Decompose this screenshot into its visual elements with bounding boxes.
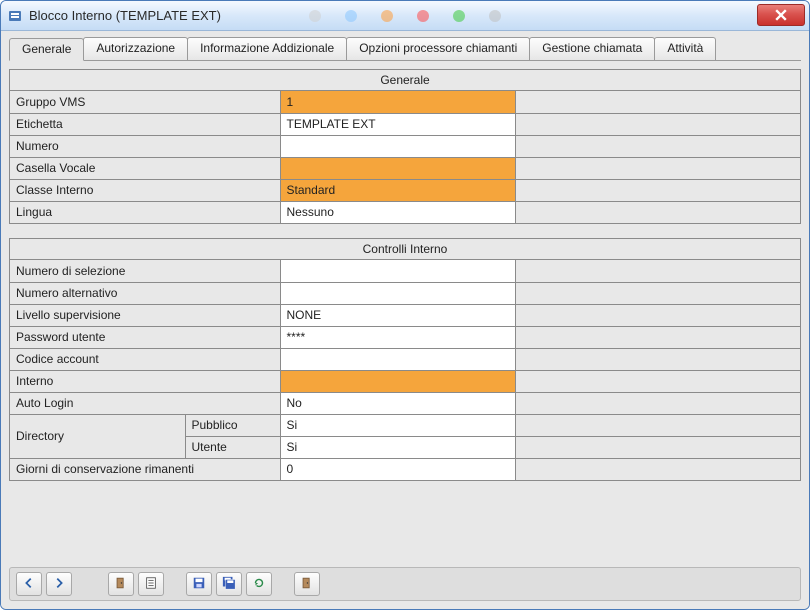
refresh-button[interactable] bbox=[246, 572, 272, 596]
spacer bbox=[515, 326, 800, 348]
close-button[interactable] bbox=[757, 4, 805, 26]
titlebar: Blocco Interno (TEMPLATE EXT) bbox=[1, 1, 809, 31]
field-label: Livello supervisione bbox=[10, 304, 280, 326]
door-open-button[interactable] bbox=[108, 572, 134, 596]
field-value[interactable]: Standard bbox=[280, 179, 515, 201]
tab-autorizzazione[interactable]: Autorizzazione bbox=[83, 37, 188, 60]
save-button[interactable] bbox=[186, 572, 212, 596]
field-value[interactable]: 1 bbox=[280, 91, 515, 113]
field-value[interactable] bbox=[280, 282, 515, 304]
field-value[interactable]: Si bbox=[280, 436, 515, 458]
field-label: Gruppo VMS bbox=[10, 91, 280, 113]
tab-attivit-[interactable]: Attività bbox=[654, 37, 716, 60]
close-icon bbox=[775, 9, 787, 21]
field-value[interactable]: NONE bbox=[280, 304, 515, 326]
spacer bbox=[515, 135, 800, 157]
spacer bbox=[515, 113, 800, 135]
tab-opzioni-processore-chiamanti[interactable]: Opzioni processore chiamanti bbox=[346, 37, 530, 60]
field-label: Password utente bbox=[10, 326, 280, 348]
field-label: Auto Login bbox=[10, 392, 280, 414]
field-value[interactable]: 0 bbox=[280, 458, 515, 480]
field-label: Classe Interno bbox=[10, 179, 280, 201]
field-label: Lingua bbox=[10, 201, 280, 223]
spacer bbox=[515, 414, 800, 436]
field-sublabel: Pubblico bbox=[185, 414, 280, 436]
field-label: Numero bbox=[10, 135, 280, 157]
section-controlli-header: Controlli Interno bbox=[10, 239, 800, 260]
field-label: Giorni di conservazione rimanenti bbox=[10, 458, 280, 480]
tab-informazione-addizionale[interactable]: Informazione Addizionale bbox=[187, 37, 347, 60]
field-label: Numero alternativo bbox=[10, 282, 280, 304]
doc-icon bbox=[144, 576, 158, 593]
field-label-directory: Directory bbox=[10, 414, 185, 458]
field-value[interactable] bbox=[280, 260, 515, 282]
arrow-right-icon bbox=[52, 576, 66, 593]
tab-bar: GeneraleAutorizzazioneInformazione Addiz… bbox=[9, 37, 801, 61]
arrow-left-icon bbox=[22, 576, 36, 593]
field-value[interactable]: Si bbox=[280, 414, 515, 436]
document-button[interactable] bbox=[138, 572, 164, 596]
field-label: Etichetta bbox=[10, 113, 280, 135]
field-sublabel: Utente bbox=[185, 436, 280, 458]
nav-back-button[interactable] bbox=[16, 572, 42, 596]
field-label: Casella Vocale bbox=[10, 157, 280, 179]
spacer bbox=[515, 91, 800, 113]
decorative-dots bbox=[309, 10, 501, 22]
tab-gestione-chiamata[interactable]: Gestione chiamata bbox=[529, 37, 655, 60]
field-value[interactable]: **** bbox=[280, 326, 515, 348]
spacer bbox=[515, 282, 800, 304]
section-generale: Generale Gruppo VMS1EtichettaTEMPLATE EX… bbox=[9, 69, 801, 224]
field-label: Numero di selezione bbox=[10, 260, 280, 282]
spacer bbox=[515, 157, 800, 179]
section-controlli: Controlli Interno Numero di selezioneNum… bbox=[9, 238, 801, 481]
generale-table: Gruppo VMS1EtichettaTEMPLATE EXTNumeroCa… bbox=[10, 91, 800, 223]
field-value[interactable]: Nessuno bbox=[280, 201, 515, 223]
spacer bbox=[515, 458, 800, 480]
window-title: Blocco Interno (TEMPLATE EXT) bbox=[29, 8, 221, 23]
spacer bbox=[515, 348, 800, 370]
field-value[interactable] bbox=[280, 135, 515, 157]
field-value[interactable] bbox=[280, 157, 515, 179]
tab-generale[interactable]: Generale bbox=[9, 38, 84, 61]
door-icon bbox=[300, 576, 314, 593]
field-value[interactable]: No bbox=[280, 392, 515, 414]
controlli-table: Numero di selezioneNumero alternativoLiv… bbox=[10, 260, 800, 480]
nav-forward-button[interactable] bbox=[46, 572, 72, 596]
save-all-icon bbox=[222, 576, 236, 593]
spacer bbox=[515, 392, 800, 414]
exit-button[interactable] bbox=[294, 572, 320, 596]
spacer bbox=[515, 260, 800, 282]
field-label: Codice account bbox=[10, 348, 280, 370]
field-value[interactable] bbox=[280, 348, 515, 370]
section-generale-header: Generale bbox=[10, 70, 800, 91]
field-label: Interno bbox=[10, 370, 280, 392]
spacer bbox=[515, 370, 800, 392]
door-icon bbox=[114, 576, 128, 593]
spacer bbox=[515, 179, 800, 201]
refresh-icon bbox=[252, 576, 266, 593]
bottom-toolbar bbox=[9, 567, 801, 601]
spacer bbox=[515, 304, 800, 326]
panel-area: Generale Gruppo VMS1EtichettaTEMPLATE EX… bbox=[9, 69, 801, 567]
app-icon bbox=[7, 8, 23, 24]
field-value[interactable]: TEMPLATE EXT bbox=[280, 113, 515, 135]
content-area: GeneraleAutorizzazioneInformazione Addiz… bbox=[1, 31, 809, 609]
save-icon bbox=[192, 576, 206, 593]
spacer bbox=[515, 201, 800, 223]
spacer bbox=[515, 436, 800, 458]
window: Blocco Interno (TEMPLATE EXT) GeneraleAu… bbox=[0, 0, 810, 610]
field-value[interactable] bbox=[280, 370, 515, 392]
save-all-button[interactable] bbox=[216, 572, 242, 596]
